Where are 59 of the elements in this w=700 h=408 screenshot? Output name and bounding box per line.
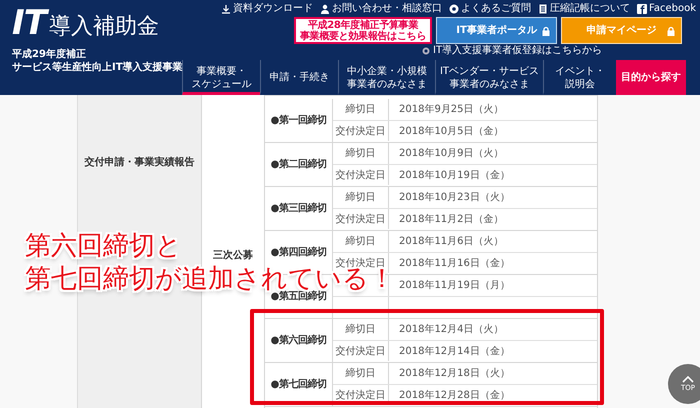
date-type-cell-text: 交付決定日 — [336, 124, 386, 138]
date-type-cell-text: 締切日 — [346, 190, 376, 205]
date-cell-text: 2018年10月9日（火） — [398, 146, 504, 161]
lock-icon — [667, 26, 675, 36]
date-cell-text: 2018年12月18日（火） — [398, 366, 510, 381]
date-type-cell-text: 締切日 — [346, 322, 376, 337]
nav-tab[interactable]: 中小企業・小規模 事業者のみなさま — [338, 60, 435, 95]
deadline-label: ●第一回締切 — [270, 115, 326, 126]
header-link[interactable]: Facebook — [637, 4, 696, 14]
person-icon — [320, 4, 330, 14]
deadline-label: ●第五回締切 — [270, 291, 326, 302]
header-link[interactable]: お問い合わせ・相談窓口 — [320, 4, 442, 14]
nav-button[interactable]: 目的から探す — [616, 60, 686, 95]
date-type-cell-text: 交付決定日 — [336, 344, 386, 358]
header-link[interactable]: 資料ダウンロード — [221, 4, 313, 14]
date-cell-text: 2018年11月19日（月） — [398, 279, 510, 293]
date-cell-text: 2018年11月16日（金） — [398, 256, 510, 270]
deadline-label: ●第四回締切 — [270, 247, 326, 258]
date-cell-text: 2018年10月5日（金） — [398, 124, 504, 138]
date-type-cell-text: 締切日 — [346, 102, 376, 117]
category-cell: 交付申請・事業実績報告 — [84, 155, 194, 170]
deadline-label: ●第七回締切 — [270, 379, 326, 390]
date-type-cell-text: 交付決定日 — [336, 168, 386, 182]
deadline-label: ●第二回締切 — [270, 159, 326, 170]
date-cell-text: 2018年12月28日（金） — [398, 388, 510, 402]
date-cell-text: 2018年12月4日（火） — [398, 322, 504, 337]
logo-text: 導入補助金 — [49, 16, 160, 40]
notice-link[interactable]: 平成28年度補正予算事業 事業概要と効果報告はこちら — [294, 17, 432, 44]
date-cell-text: 2018年12月14日（金） — [398, 344, 510, 358]
logo-mark: IT — [12, 6, 46, 40]
round-cell: 三次公募 — [213, 250, 253, 261]
annotation-text: 第六回締切と — [25, 234, 182, 258]
annotation-text: 第七回締切が追加されている！ — [25, 267, 395, 291]
chevron-up-icon — [682, 376, 694, 383]
registration-link[interactable]: IT導入支援事業者仮登録はこちらから — [422, 46, 602, 56]
date-type-cell-text: 締切日 — [346, 366, 376, 381]
circle-icon — [422, 46, 430, 54]
date-cell-text: 2018年10月23日（火） — [398, 190, 510, 205]
date-type-cell-text: 交付決定日 — [336, 212, 386, 226]
nav-tab[interactable]: ITベンダー・サービス 事業者のみなさま — [435, 60, 543, 95]
date-type-cell-text: 交付決定日 — [336, 256, 386, 268]
date-type-cell-text: 交付決定日 — [336, 388, 386, 402]
deadline-label: ●第六回締切 — [270, 335, 326, 346]
facebook-icon — [637, 4, 647, 14]
deadline-label: ●第三回締切 — [270, 203, 326, 214]
subtitle: 平成29年度補正 — [12, 48, 87, 61]
header-link[interactable]: 圧縮記帳について — [538, 4, 630, 14]
lock-icon — [542, 26, 550, 36]
date-type-cell-text: 締切日 — [346, 234, 376, 249]
document-icon — [538, 4, 548, 14]
header-link[interactable]: よくあるご質問 — [449, 4, 531, 14]
date-cell-text: 2018年11月6日（火） — [398, 234, 504, 249]
date-cell-text: 2018年10月19日（金） — [398, 168, 510, 182]
subtitle: サービス等生産性向上IT導入支援事業 — [12, 61, 182, 74]
date-cell-text: 2018年9月25日（火） — [398, 102, 504, 117]
date-type-cell-text: 締切日 — [346, 146, 376, 161]
date-cell-text: 2018年11月2日（金） — [398, 212, 504, 226]
portal-button[interactable]: IT事業者ポータル — [436, 17, 557, 44]
download-icon — [221, 4, 231, 14]
